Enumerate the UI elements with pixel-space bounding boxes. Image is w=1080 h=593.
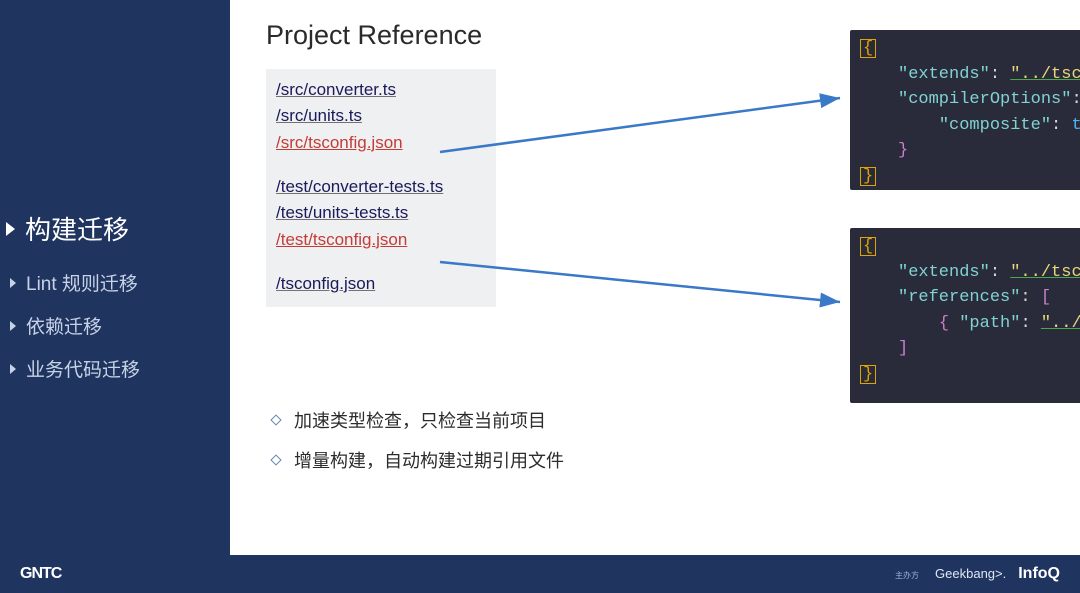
logo-gntc: GNTC [20,565,61,583]
json-value: true [1071,116,1080,135]
bullet-item: 加速类型检查，只检查当前项目 [272,407,1050,433]
bullet-text: 增量构建，自动构建过期引用文件 [294,447,564,473]
json-key: "references" [898,288,1020,307]
logo-infoq: InfoQ [1018,565,1060,583]
file-path: /src/converter.ts [276,77,482,103]
chevron-right-icon [10,321,16,331]
file-path: /test/units-tests.ts [276,200,482,226]
logo-geekbang: Geekbang>. [935,566,1006,581]
file-path-highlight: /test/tsconfig.json [276,227,482,253]
bullet-text: 加速类型检查，只检查当前项目 [294,407,546,433]
spacer [276,253,482,271]
sidebar: 构建迁移 Lint 规则迁移 依赖迁移 业务代码迁移 [0,0,230,593]
sidebar-item-label: 依赖迁移 [26,312,102,339]
chevron-right-icon [10,278,16,288]
chevron-right-icon [10,364,16,374]
file-list: /src/converter.ts /src/units.ts /src/tsc… [266,69,496,307]
json-key: "path" [959,314,1020,333]
json-value: "../tsconfig" [1010,65,1080,84]
brace-icon: { [860,39,876,58]
brace-icon: { [860,237,876,256]
chevron-right-icon [6,222,15,236]
sidebar-item-deps[interactable]: 依赖迁移 [0,304,230,347]
diamond-icon [270,415,281,426]
diamond-icon [270,455,281,466]
sidebar-item-label: 业务代码迁移 [26,355,140,382]
footer-label: 主办方 [895,570,919,581]
code-block-src-tsconfig: { "extends": "../tsconfig", "compilerOpt… [850,30,1080,190]
json-key: "extends" [898,263,990,282]
file-path: /tsconfig.json [276,271,482,297]
file-path: /src/units.ts [276,103,482,129]
json-value: "../src" [1041,314,1080,333]
bullet-item: 增量构建，自动构建过期引用文件 [272,447,1050,473]
sidebar-item-biz[interactable]: 业务代码迁移 [0,347,230,390]
sidebar-item-build[interactable]: 构建迁移 [0,200,230,261]
bullet-list: 加速类型检查，只检查当前项目 增量构建，自动构建过期引用文件 [266,407,1050,473]
json-key: "extends" [898,65,990,84]
file-path-highlight: /src/tsconfig.json [276,130,482,156]
footer: GNTC 主办方 Geekbang>. InfoQ [0,555,1080,593]
file-path: /test/converter-tests.ts [276,174,482,200]
json-key: "compilerOptions" [898,90,1071,109]
sidebar-item-label: 构建迁移 [25,210,129,247]
code-block-test-tsconfig: { "extends": "../tsconfig", "references"… [850,228,1080,403]
arrow-icon [435,90,855,170]
json-value: "../tsconfig" [1010,263,1080,282]
main-content: Project Reference /src/converter.ts /src… [230,0,1080,555]
brace-icon: } [860,365,876,384]
json-key: "composite" [939,116,1051,135]
sidebar-item-label: Lint 规则迁移 [26,269,138,296]
sidebar-item-lint[interactable]: Lint 规则迁移 [0,261,230,304]
spacer [276,156,482,174]
brace-icon: } [860,167,876,186]
arrow-icon [435,240,855,320]
